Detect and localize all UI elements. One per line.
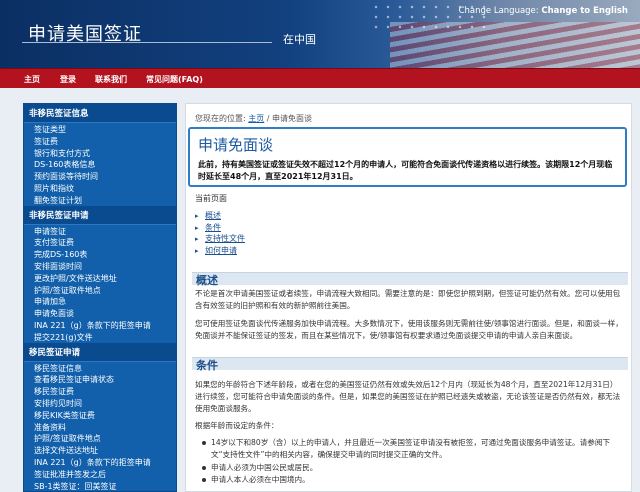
sidebar-item[interactable]: 翻免签证计划 bbox=[24, 194, 176, 206]
toc-link-conditions[interactable]: ▸ 条件 bbox=[195, 222, 245, 234]
site-subtitle: 在中国 bbox=[283, 33, 316, 46]
conditions-paragraph-2: 根据年龄而设定的条件： bbox=[195, 421, 279, 430]
sidebar-section-heading: 非移民签证申请 bbox=[24, 205, 176, 225]
sidebar-item[interactable]: INA 221（g）条款下的拒签申请 bbox=[24, 456, 176, 468]
conditions-heading: 条件 bbox=[196, 359, 218, 372]
sidebar-item[interactable]: DS-160表格信息 bbox=[24, 158, 176, 170]
sidebar-item[interactable]: 签证批准并签发之后 bbox=[24, 468, 176, 480]
sidebar-section-heading: 移民签证申请 bbox=[24, 342, 176, 362]
language-switcher: Change Language: Change to English bbox=[459, 6, 628, 16]
breadcrumb-current: 申请免面谈 bbox=[272, 114, 313, 123]
breadcrumb-home-link[interactable]: 主页 bbox=[248, 114, 264, 123]
sidebar-item[interactable]: 申请加急 bbox=[24, 295, 176, 307]
main-content: 您现在的位置: 主页 / 申请免面谈 申请免面谈 此前，持有美国签证或签证失效不… bbox=[185, 103, 632, 492]
sidebar-item[interactable]: 移民KIK类签证费 bbox=[24, 409, 176, 421]
table-of-contents: ▸ 概述 ▸ 条件 ▸ 支持性文件 ▸ 如何申请 bbox=[195, 210, 245, 256]
sidebar-item[interactable]: 照片和指纹 bbox=[24, 182, 176, 194]
sidebar-item[interactable]: 签证费 bbox=[24, 135, 176, 147]
sidebar-item[interactable]: 更改护照/文件送达地址 bbox=[24, 272, 176, 284]
notice-text: 此前，持有美国签证或签证失效不超过12个月的申请人，可能符合免面谈代传递资格以进… bbox=[198, 160, 613, 181]
sidebar-item[interactable]: 安排面谈时间 bbox=[24, 260, 176, 272]
sidebar-item[interactable]: 申请免面谈 bbox=[24, 307, 176, 319]
requirement-item: 申请人本人必须在中国境内。 bbox=[202, 474, 621, 486]
conditions-paragraph-1: 如果您的年龄符合下述年龄段，或者在您的美国签证仍然有效或失效后12个月内（现延长… bbox=[195, 380, 621, 413]
sidebar-item[interactable]: 选择文件送达地址 bbox=[24, 444, 176, 456]
toc-link-how-to-apply[interactable]: ▸ 如何申请 bbox=[195, 245, 245, 257]
requirement-item: 14岁以下和80岁（含）以上的申请人，并且最近一次美国签证申请没有被拒签，可通过… bbox=[202, 437, 621, 461]
sidebar-item[interactable]: 移民签证费 bbox=[24, 385, 176, 397]
arrow-right-icon: ▸ bbox=[195, 246, 199, 255]
sidebar-item[interactable]: 准备资料 bbox=[24, 421, 176, 433]
sidebar-item[interactable]: 查看移民签证申请状态 bbox=[24, 373, 176, 385]
sidebar-item[interactable]: 提交221(g)文件 bbox=[24, 331, 176, 343]
nav-contact[interactable]: 联系我们 bbox=[95, 74, 127, 85]
sidebar-item[interactable]: 申请签证 bbox=[24, 225, 176, 237]
current-page-label: 当前页面 bbox=[195, 194, 227, 203]
change-language-link[interactable]: Change to English bbox=[541, 6, 628, 16]
nav-home[interactable]: 主页 bbox=[24, 74, 40, 85]
nav-faq[interactable]: 常见问题(FAQ) bbox=[146, 74, 203, 85]
sidebar-item[interactable]: 银行和支付方式 bbox=[24, 147, 176, 159]
bullet-icon bbox=[202, 441, 206, 445]
language-label: Change Language: bbox=[458, 6, 539, 16]
sidebar-item[interactable]: 移民签证信息 bbox=[24, 362, 176, 374]
arrow-right-icon: ▸ bbox=[195, 223, 199, 232]
sidebar-section-heading: 非移民签证信息 bbox=[24, 104, 176, 123]
sidebar-menu: 非移民签证信息 签证类型 签证费 银行和支付方式 DS-160表格信息 预约面谈等待时间照… bbox=[23, 103, 177, 492]
arrow-right-icon: ▸ bbox=[195, 212, 199, 220]
bullet-icon bbox=[202, 466, 206, 470]
nav-login[interactable]: 登录 bbox=[60, 74, 76, 85]
sidebar-item[interactable]: 预约面谈等待时间 bbox=[24, 170, 176, 182]
sidebar-item[interactable]: 安排约见时间 bbox=[24, 397, 176, 409]
sidebar-item[interactable]: SB-1类签证：回美签证 bbox=[24, 480, 176, 491]
site-header: 申请美国签证 在中国 Change Language: Change to En… bbox=[0, 0, 640, 68]
bullet-icon bbox=[202, 478, 206, 482]
title-underline bbox=[22, 42, 272, 43]
section-divider bbox=[192, 357, 628, 370]
sidebar-item[interactable]: 护照/签证取件地点 bbox=[24, 284, 176, 296]
section-divider bbox=[192, 272, 628, 285]
toc-link-overview[interactable]: ▸ 概述 bbox=[195, 210, 245, 222]
page-title: 申请免面谈 bbox=[198, 136, 274, 154]
sidebar-item[interactable]: 支付签证费 bbox=[24, 236, 176, 248]
overview-heading: 概述 bbox=[196, 274, 218, 287]
toc-link-documents[interactable]: ▸ 支持性文件 bbox=[195, 233, 245, 245]
arrow-right-icon: ▸ bbox=[195, 235, 199, 243]
sidebar-item[interactable]: INA 221（g）条款下的拒签申请 bbox=[24, 319, 176, 331]
requirement-item: 申请人必须为中国公民或居民。 bbox=[202, 462, 621, 474]
notice-box: 申请免面谈 此前，持有美国签证或签证失效不超过12个月的申请人，可能符合免面谈代… bbox=[188, 127, 627, 187]
sidebar-item[interactable]: 完成DS-160表 bbox=[24, 248, 176, 260]
sidebar-item[interactable]: 签证类型 bbox=[24, 123, 176, 135]
overview-paragraph-2: 您可使用签证免面谈代传递服务加快申请流程。大多数情况下，使用该服务则无需前往使/… bbox=[195, 319, 623, 340]
main-nav: 主页 登录 联系我们 常见问题(FAQ) bbox=[0, 68, 640, 88]
breadcrumb: 您现在的位置: 主页 / 申请免面谈 bbox=[195, 114, 313, 123]
overview-paragraph-1: 不论是首次申请美国签证或者续签，申请流程大致相同。需要注意的是：即使您护照到期，… bbox=[195, 289, 621, 310]
sidebar-item[interactable]: 护照/签证取件地点 bbox=[24, 432, 176, 444]
